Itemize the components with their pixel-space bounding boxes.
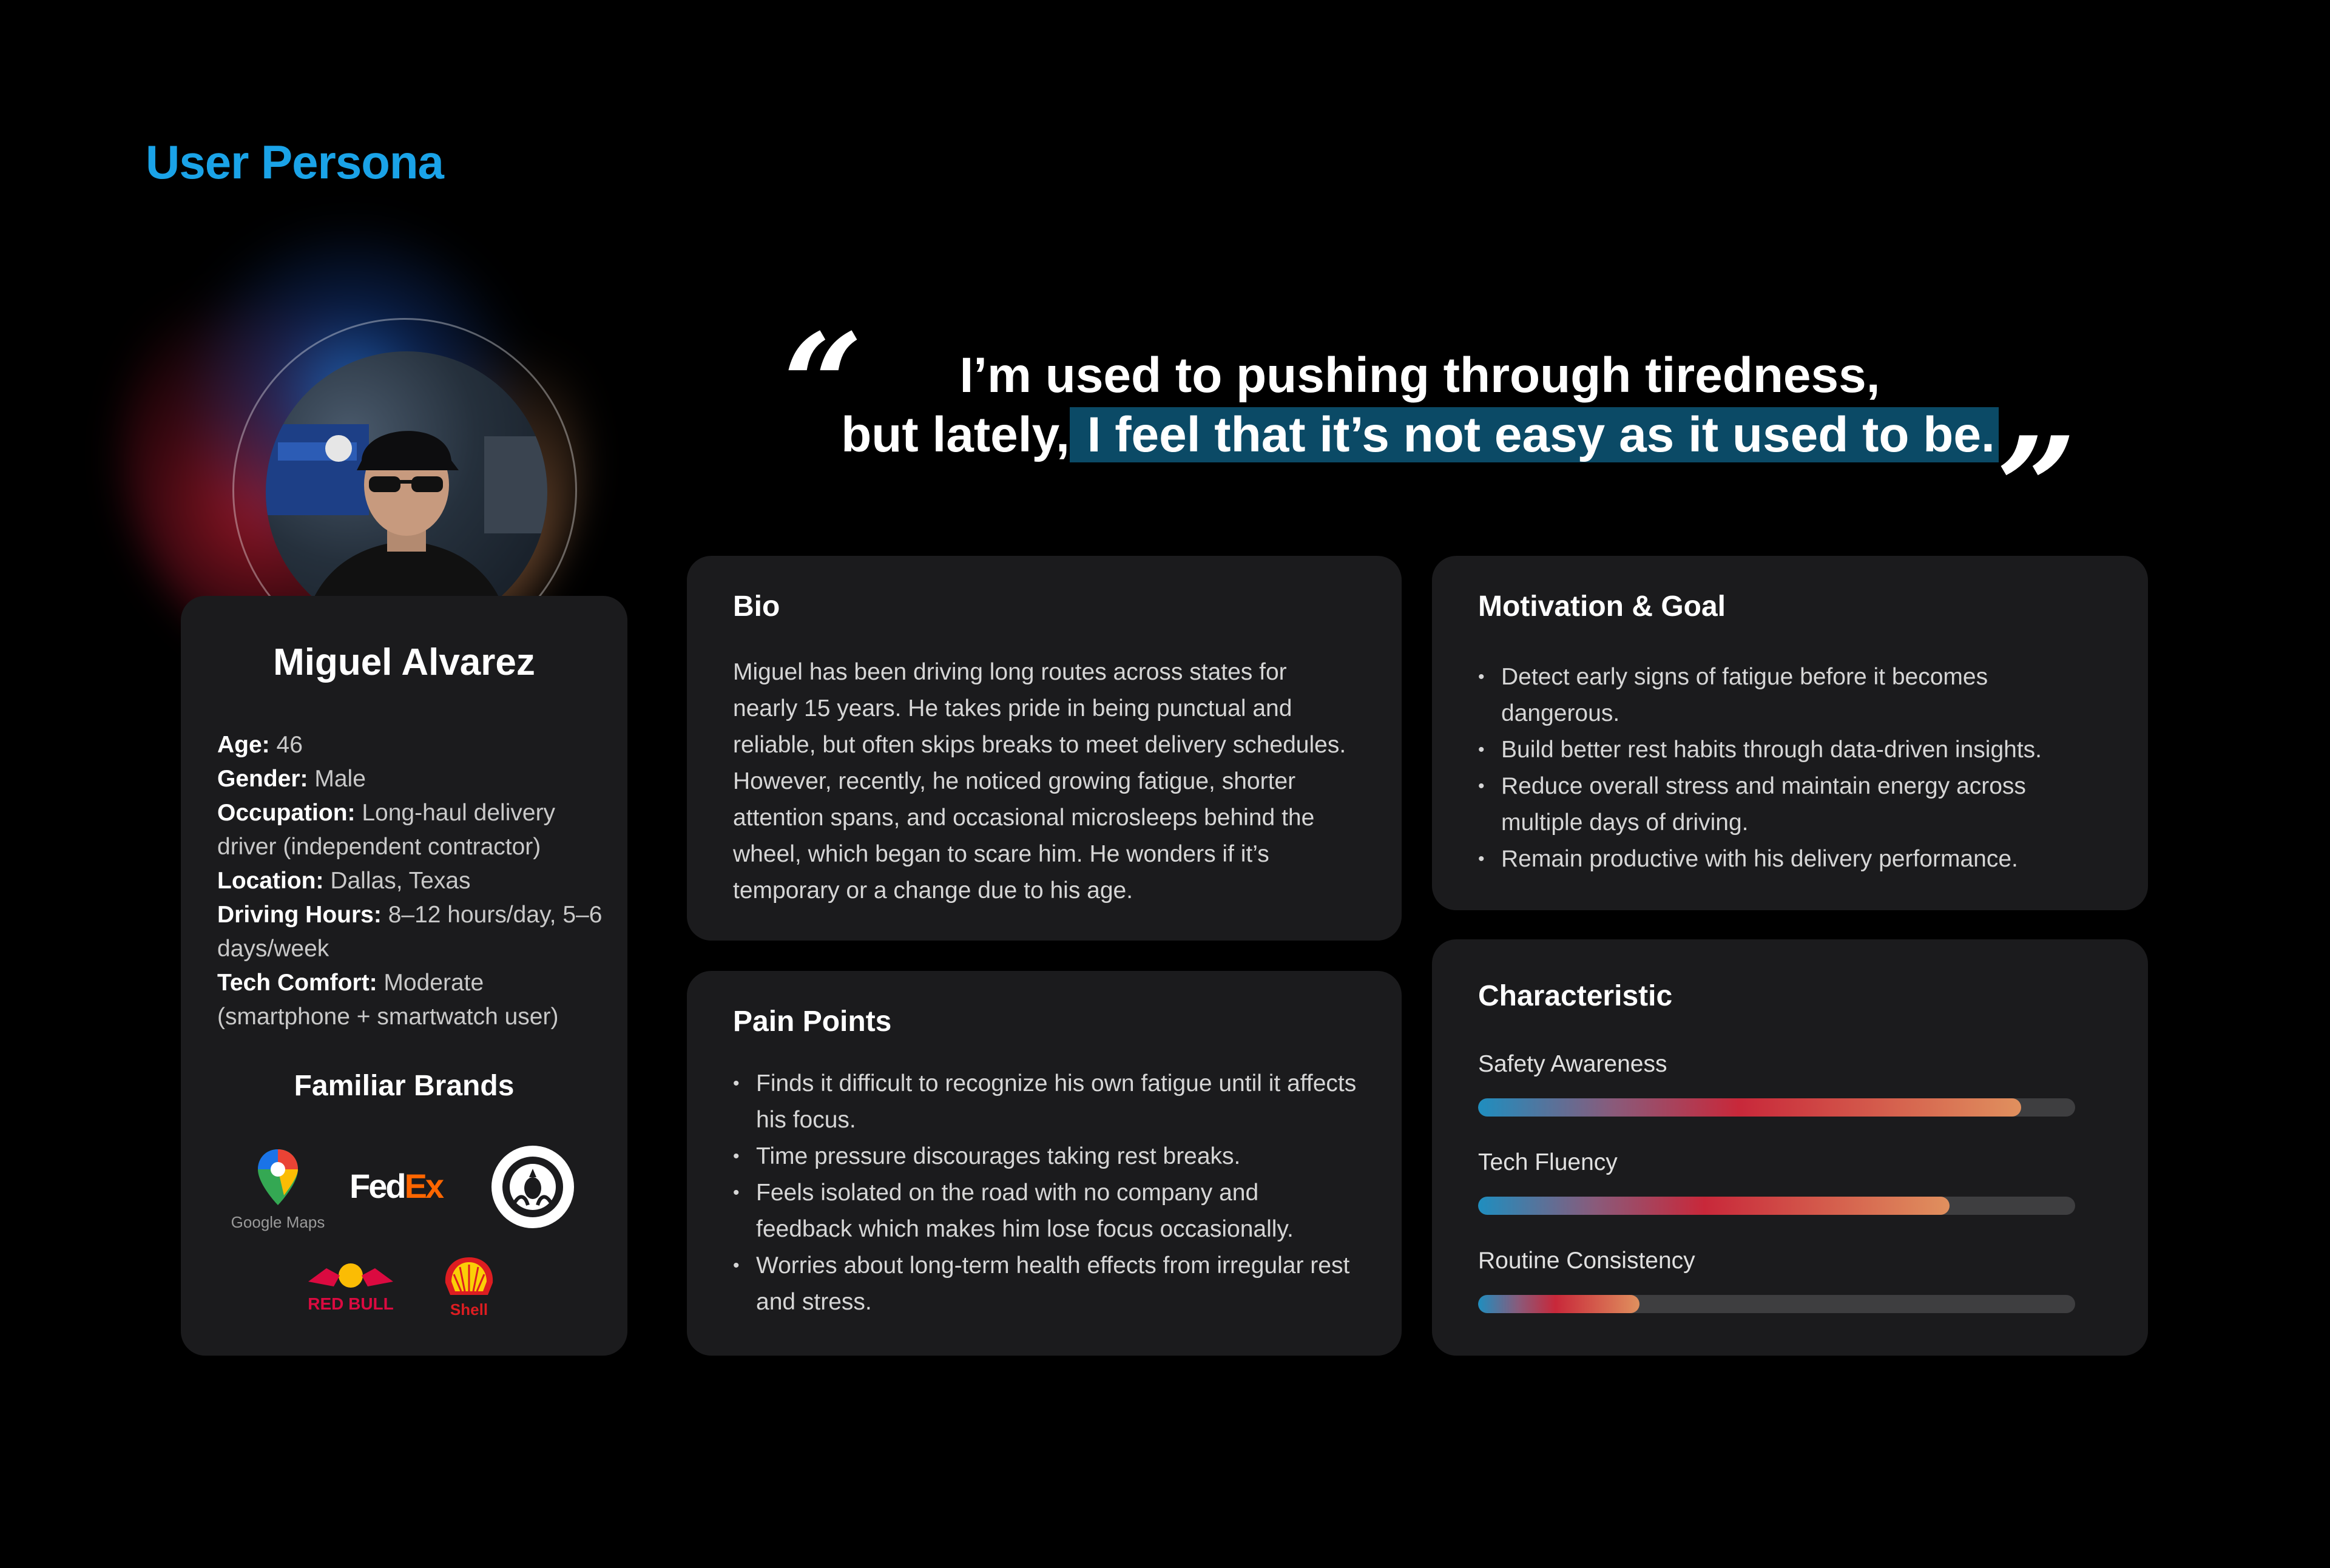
attr-age: Age: 46 bbox=[217, 728, 606, 762]
attr-location: Location: Dallas, Texas bbox=[217, 864, 606, 898]
google-maps-logo: Google Maps bbox=[225, 1148, 331, 1232]
red-bull-logo: RED BULL bbox=[296, 1257, 405, 1314]
driver-photo-icon bbox=[266, 424, 547, 633]
attr-key: Tech Comfort: bbox=[217, 970, 377, 996]
attr-key: Location: bbox=[217, 868, 324, 894]
fedex-fed-text: Fed bbox=[350, 1167, 407, 1205]
fedex-ex-text: Ex bbox=[404, 1167, 444, 1205]
map-pin-icon bbox=[258, 1149, 298, 1205]
close-quote-mark: ” bbox=[1996, 407, 2077, 570]
list-item: Build better rest habits through data-dr… bbox=[1478, 732, 2103, 768]
list-item: Remain productive with his delivery perf… bbox=[1478, 841, 2103, 877]
pain-points-list: Finds it difficult to recognize his own … bbox=[733, 1066, 1358, 1320]
routine-consistency-bar bbox=[1478, 1295, 2075, 1313]
attr-gender: Gender: Male bbox=[217, 762, 606, 796]
list-item: Finds it difficult to recognize his own … bbox=[733, 1066, 1358, 1138]
starbucks-siren-icon bbox=[491, 1146, 574, 1228]
characteristic-label: Tech Fluency bbox=[1478, 1149, 1618, 1175]
characteristic-title: Characteristic bbox=[1478, 980, 1673, 1012]
bar-fill bbox=[1478, 1295, 1639, 1313]
persona-name: Miguel Alvarez bbox=[273, 641, 535, 683]
motivation-card: Motivation & Goal Detect early signs of … bbox=[1432, 556, 2148, 910]
attr-key: Age: bbox=[217, 732, 270, 758]
persona-quote: I’m used to pushing through tiredness, b… bbox=[777, 346, 2063, 465]
shell-label: Shell bbox=[450, 1300, 488, 1319]
bar-fill bbox=[1478, 1197, 1950, 1215]
attr-value: 46 bbox=[269, 732, 303, 758]
avatar bbox=[266, 351, 547, 633]
bio-title: Bio bbox=[733, 590, 780, 623]
brands-title: Familiar Brands bbox=[294, 1070, 515, 1102]
safety-awareness-bar bbox=[1478, 1098, 2075, 1117]
starbucks-logo bbox=[490, 1144, 575, 1232]
list-item: Time pressure discourages taking rest br… bbox=[733, 1138, 1358, 1175]
tech-fluency-bar bbox=[1478, 1197, 2075, 1215]
list-item: Feels isolated on the road with no compa… bbox=[733, 1175, 1358, 1248]
pain-points-title: Pain Points bbox=[733, 1005, 892, 1038]
bio-text: Miguel has been driving long routes acro… bbox=[733, 659, 1346, 904]
profile-attributes: Age: 46 Gender: Male Occupation: Long-ha… bbox=[217, 728, 606, 1034]
attr-driving-hours: Driving Hours: 8–12 hours/day, 5–6 days/… bbox=[217, 898, 606, 966]
attr-tech-comfort: Tech Comfort: Moderate (smartphone + sma… bbox=[217, 966, 606, 1034]
bar-fill bbox=[1478, 1098, 2022, 1117]
quote-line-2: but lately, I feel that it’s not easy as… bbox=[777, 405, 2063, 465]
profile-card: Miguel Alvarez Age: 46 Gender: Male Occu… bbox=[181, 596, 627, 1356]
shell-pecten-icon bbox=[445, 1257, 493, 1295]
list-item: Reduce overall stress and maintain energ… bbox=[1478, 768, 2103, 841]
list-item: Worries about long-term health effects f… bbox=[733, 1248, 1358, 1320]
quote-highlight: I feel that it’s not easy as it used to … bbox=[1069, 407, 1999, 462]
shell-logo: Shell bbox=[436, 1255, 502, 1319]
attr-value: Male bbox=[308, 766, 366, 792]
list-item: Detect early signs of fatigue before it … bbox=[1478, 659, 2103, 732]
page-title: User Persona bbox=[146, 135, 444, 189]
characteristic-card: Characteristic Safety Awareness Tech Flu… bbox=[1432, 939, 2148, 1356]
pain-points-card: Pain Points Finds it difficult to recogn… bbox=[687, 971, 1402, 1356]
characteristic-label: Routine Consistency bbox=[1478, 1248, 1695, 1274]
attr-key: Gender: bbox=[217, 766, 308, 792]
google-maps-label: Google Maps bbox=[231, 1213, 325, 1231]
quote-line-1: I’m used to pushing through tiredness, bbox=[959, 348, 1880, 403]
attr-key: Occupation: bbox=[217, 800, 356, 826]
attr-value: Dallas, Texas bbox=[323, 868, 471, 894]
attr-key: Driving Hours: bbox=[217, 902, 382, 928]
characteristic-label: Safety Awareness bbox=[1478, 1051, 1667, 1077]
fedex-logo: FedEx bbox=[350, 1166, 444, 1206]
motivation-list: Detect early signs of fatigue before it … bbox=[1478, 659, 2103, 877]
attr-occupation: Occupation: Long-haul delivery driver (i… bbox=[217, 796, 606, 864]
quote-line-2-prefix: but lately, bbox=[841, 407, 1070, 462]
red-bull-bulls-icon bbox=[308, 1263, 393, 1288]
bio-card: Bio Miguel has been driving long routes … bbox=[687, 556, 1402, 941]
motivation-title: Motivation & Goal bbox=[1478, 590, 1726, 623]
red-bull-label: RED BULL bbox=[308, 1294, 394, 1313]
